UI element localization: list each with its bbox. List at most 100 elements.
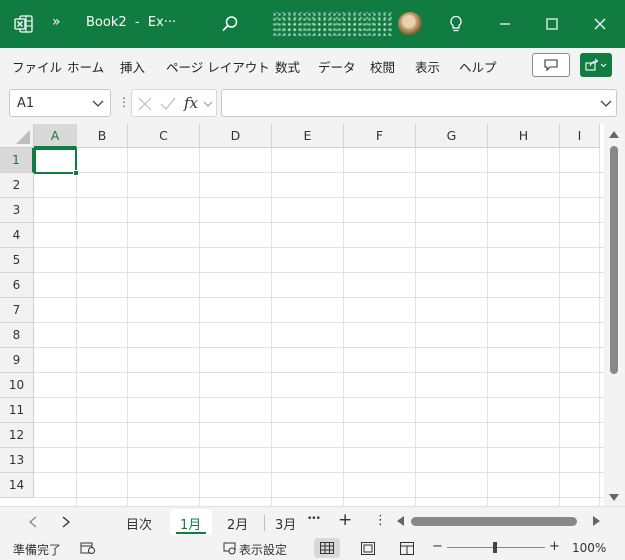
row-header-1[interactable]: 1 — [0, 148, 34, 173]
document-name: Book2 — [86, 15, 127, 30]
share-icon — [585, 58, 607, 71]
sheet-tabs-bar: 目次 1月 2月 3月 ••• + ⋮ — [0, 506, 625, 536]
grid-column-line — [559, 148, 560, 506]
column-header-g[interactable]: G — [416, 124, 488, 148]
maximize-icon[interactable] — [540, 12, 564, 36]
page-layout-view-button[interactable] — [355, 538, 381, 558]
insert-function-button[interactable]: fx — [184, 94, 198, 112]
formula-buttons: fx — [131, 89, 217, 117]
zoom-slider-knob[interactable] — [493, 542, 497, 553]
row-header-3[interactable]: 3 — [0, 198, 34, 223]
fill-handle[interactable] — [73, 170, 79, 176]
row-header-11[interactable]: 11 — [0, 398, 34, 423]
row-header-9[interactable]: 9 — [0, 348, 34, 373]
zoom-level[interactable]: 100% — [572, 541, 606, 555]
tab-insert[interactable]: 挿入 — [120, 57, 145, 76]
row-header-7[interactable]: 7 — [0, 298, 34, 323]
worksheet-grid[interactable]: ABCDEFGHI 1 2 3 4 5 6 7 8 9 10 11 12 13 14 — [0, 124, 625, 506]
display-settings-icon[interactable] — [223, 542, 237, 555]
grid-column-line — [343, 148, 344, 506]
select-all-button[interactable] — [0, 124, 34, 148]
column-header-c[interactable]: C — [128, 124, 200, 148]
column-header-i[interactable]: I — [560, 124, 600, 148]
grid-view-icon — [320, 542, 334, 554]
chevron-down-icon[interactable] — [92, 98, 104, 108]
normal-view-button[interactable] — [314, 538, 340, 558]
share-button[interactable] — [580, 53, 612, 77]
column-header-a[interactable]: A — [34, 124, 77, 148]
comments-button[interactable] — [532, 53, 570, 77]
minimize-icon[interactable] — [493, 12, 517, 36]
title-bar: » Book2 - Ex··· — [0, 0, 625, 48]
active-cell[interactable] — [34, 148, 79, 176]
row-header-13[interactable]: 13 — [0, 448, 34, 473]
status-ready: 準備完了 — [13, 543, 62, 557]
tab-data[interactable]: データ — [318, 57, 356, 76]
chevron-left-icon[interactable] — [28, 516, 38, 528]
scroll-right-icon[interactable] — [593, 516, 601, 526]
expand-formula-icon[interactable] — [600, 98, 612, 108]
zoom-in-button[interactable]: + — [549, 539, 560, 554]
more-sheets-button[interactable]: ••• — [307, 514, 321, 524]
lightbulb-icon[interactable] — [444, 12, 468, 36]
excel-icon[interactable] — [14, 14, 34, 34]
row-header-6[interactable]: 6 — [0, 273, 34, 298]
check-icon[interactable] — [160, 97, 176, 111]
status-bar: 準備完了 表示設定 − + 100% — [0, 536, 625, 560]
avatar[interactable] — [398, 12, 422, 36]
sheet-tab-contents[interactable]: 目次 — [126, 514, 152, 533]
page-break-view-button[interactable] — [394, 538, 420, 558]
row-header-12[interactable]: 12 — [0, 423, 34, 448]
vertical-scroll-thumb[interactable] — [610, 146, 618, 374]
column-header-b[interactable]: B — [77, 124, 128, 148]
chevron-right-icon[interactable] — [61, 516, 71, 528]
row-header-4[interactable]: 4 — [0, 223, 34, 248]
cancel-icon[interactable] — [138, 97, 152, 111]
accessibility-icon[interactable] — [80, 542, 96, 555]
tab-help[interactable]: ヘルプ — [459, 57, 497, 76]
row-header-8[interactable]: 8 — [0, 323, 34, 348]
row-header-5[interactable]: 5 — [0, 248, 34, 273]
column-header-d[interactable]: D — [200, 124, 272, 148]
tab-formulas[interactable]: 数式 — [275, 57, 300, 76]
formula-input[interactable] — [221, 89, 617, 117]
column-header-f[interactable]: F — [344, 124, 416, 148]
sheet-tab-mar[interactable]: 3月 — [275, 514, 296, 533]
sheet-menu-button[interactable]: ⋮ — [374, 513, 387, 528]
grid-column-line — [599, 148, 600, 506]
column-header-h[interactable]: H — [488, 124, 560, 148]
tab-review[interactable]: 校閲 — [370, 57, 395, 76]
zoom-out-button[interactable]: − — [432, 539, 443, 554]
scroll-up-icon[interactable] — [609, 130, 619, 138]
active-sheet-indicator — [176, 532, 206, 534]
sheet-tab-jan[interactable]: 1月 — [180, 514, 201, 533]
row-header-2[interactable]: 2 — [0, 173, 34, 198]
row-header-10[interactable]: 10 — [0, 373, 34, 398]
add-sheet-button[interactable]: + — [338, 510, 352, 530]
tab-page-layout[interactable]: ページ レイアウト — [166, 57, 270, 76]
sheet-tab-feb[interactable]: 2月 — [227, 514, 248, 533]
vertical-scrollbar[interactable] — [604, 124, 625, 506]
quick-access-overflow-button[interactable]: » — [52, 14, 61, 30]
title-separator: - — [134, 15, 140, 30]
tab-view[interactable]: 表示 — [415, 57, 440, 76]
tab-file[interactable]: ファイル — [12, 57, 62, 76]
column-header-e[interactable]: E — [272, 124, 344, 148]
grid-row-line — [34, 347, 604, 348]
display-settings-button[interactable]: 表示設定 — [239, 541, 287, 558]
grid-row-line — [34, 397, 604, 398]
tab-home[interactable]: ホーム — [67, 57, 104, 76]
page-layout-icon — [361, 541, 375, 555]
scroll-left-icon[interactable] — [396, 516, 404, 526]
more-options-icon[interactable]: ⋮ — [118, 95, 130, 109]
row-header-14[interactable]: 14 — [0, 473, 34, 498]
close-icon[interactable] — [588, 12, 612, 36]
grid-row-line — [34, 197, 604, 198]
chevron-down-icon[interactable] — [203, 100, 213, 108]
grid-row-line — [34, 422, 604, 423]
scroll-down-icon[interactable] — [609, 494, 619, 502]
horizontal-scroll-thumb[interactable] — [411, 517, 577, 526]
name-box[interactable]: A1 — [9, 89, 111, 117]
search-icon[interactable] — [220, 14, 240, 34]
grid-row-line — [34, 297, 604, 298]
